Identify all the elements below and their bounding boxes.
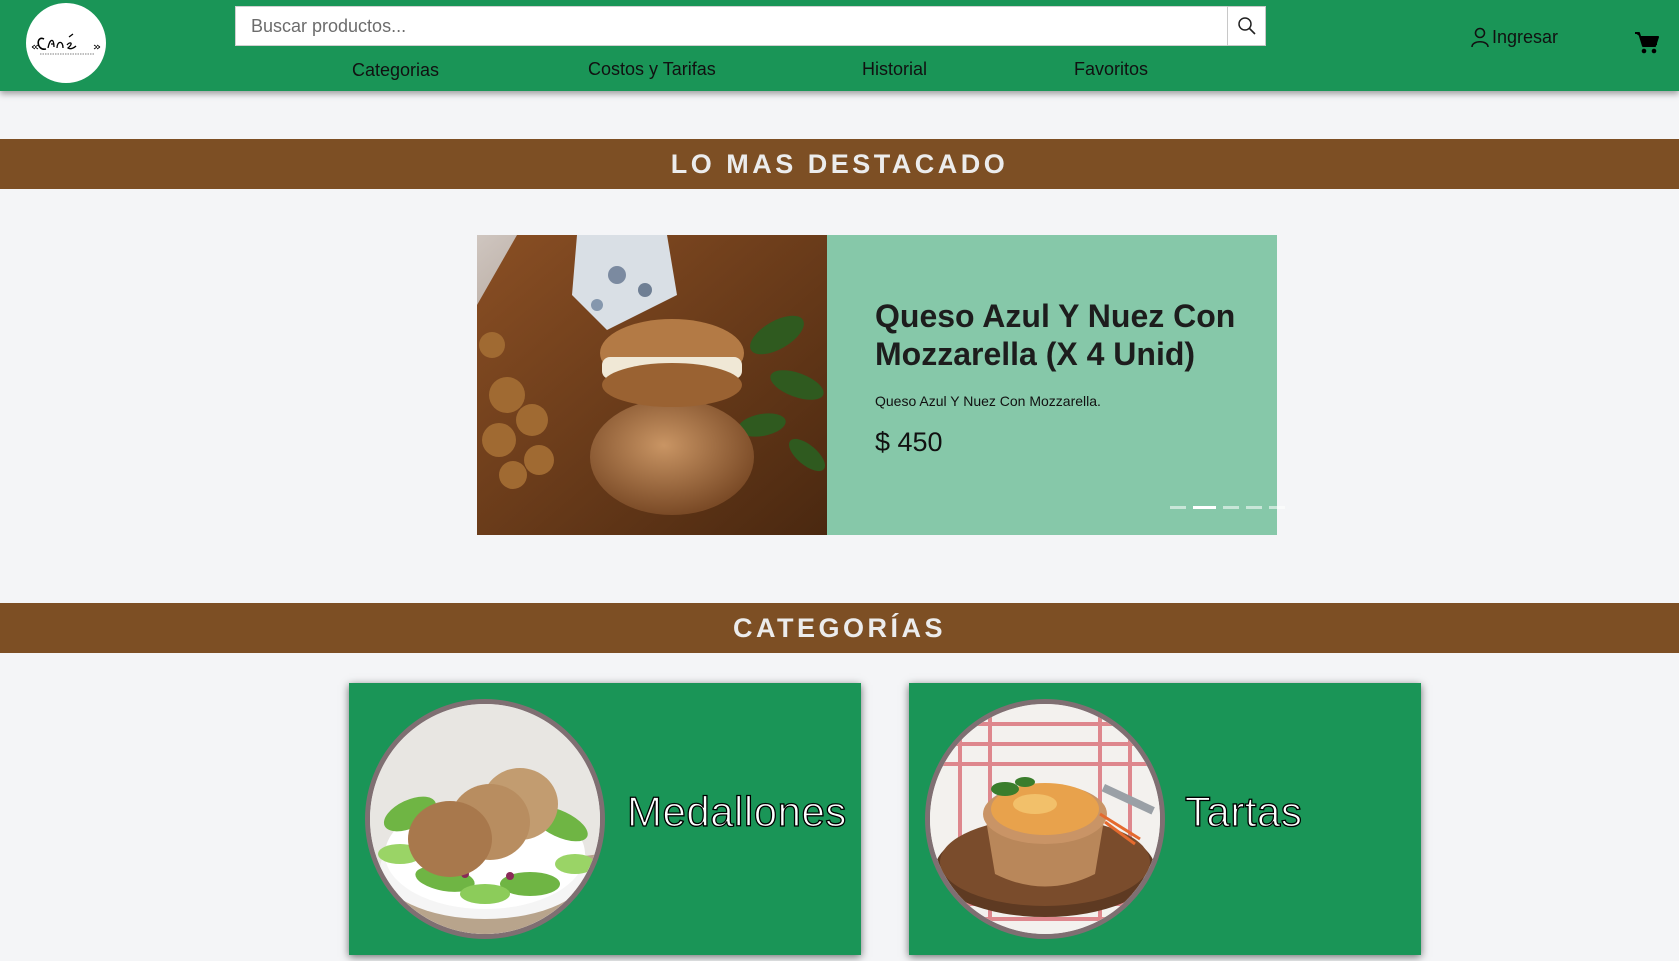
carousel-indicator-2[interactable] [1193,506,1216,509]
category-image-tartas [925,699,1165,939]
featured-section-bar: LO MAS DESTACADO [0,139,1679,189]
slide-image [477,235,827,535]
search-bar [235,6,1266,46]
featured-heading: LO MAS DESTACADO [670,148,1009,179]
nav-costos-tarifas[interactable]: Costos y Tarifas [588,59,716,80]
medallones-photo-image [370,704,600,934]
cart-button[interactable] [1634,30,1660,56]
login-label: Ingresar [1492,27,1559,47]
top-header: Categorias Costos y Tarifas Historial Fa… [0,0,1679,91]
medallion-photo-image [477,235,827,535]
carousel-indicator-5[interactable] [1269,506,1285,509]
carousel-indicators [1170,506,1285,509]
user-icon [1471,27,1489,48]
login-link[interactable]: Ingresar [1469,26,1558,48]
search-button[interactable] [1227,6,1266,46]
nav-historial[interactable]: Historial [862,59,927,80]
carousel-indicator-4[interactable] [1246,506,1262,509]
brand-logo[interactable] [26,3,106,83]
slide-info-panel: Queso Azul Y Nuez Con Mozzarella (X 4 Un… [827,235,1285,535]
search-input[interactable] [235,6,1227,46]
category-card-tartas[interactable]: Tartas [909,683,1421,955]
search-icon [1237,17,1256,35]
category-image-medallones [365,699,605,939]
featured-carousel[interactable]: Queso Azul Y Nuez Con Mozzarella (X 4 Un… [477,235,1285,535]
carousel-indicator-3[interactable] [1223,506,1239,509]
cane-logo-icon [31,33,101,55]
carousel-indicator-1[interactable] [1170,506,1186,509]
categories-heading: CATEGORÍAS [732,612,946,643]
nav-favoritos[interactable]: Favoritos [1074,59,1148,80]
category-title-tartas: Tartas [1184,787,1303,835]
categories-section-bar: CATEGORÍAS [0,603,1679,653]
category-title-medallones: Medallones [626,787,847,835]
category-card-medallones[interactable]: Medallones [349,683,861,955]
nav-categorias[interactable]: Categorias [352,60,439,81]
slide-title: Queso Azul Y Nuez Con Mozzarella (X 4 Un… [875,298,1236,372]
slide-description: Queso Azul Y Nuez Con Mozzarella. [875,393,1101,409]
tartas-photo-image [930,704,1160,934]
slide-price: $ 450 [875,427,943,457]
cart-icon [1635,32,1659,54]
